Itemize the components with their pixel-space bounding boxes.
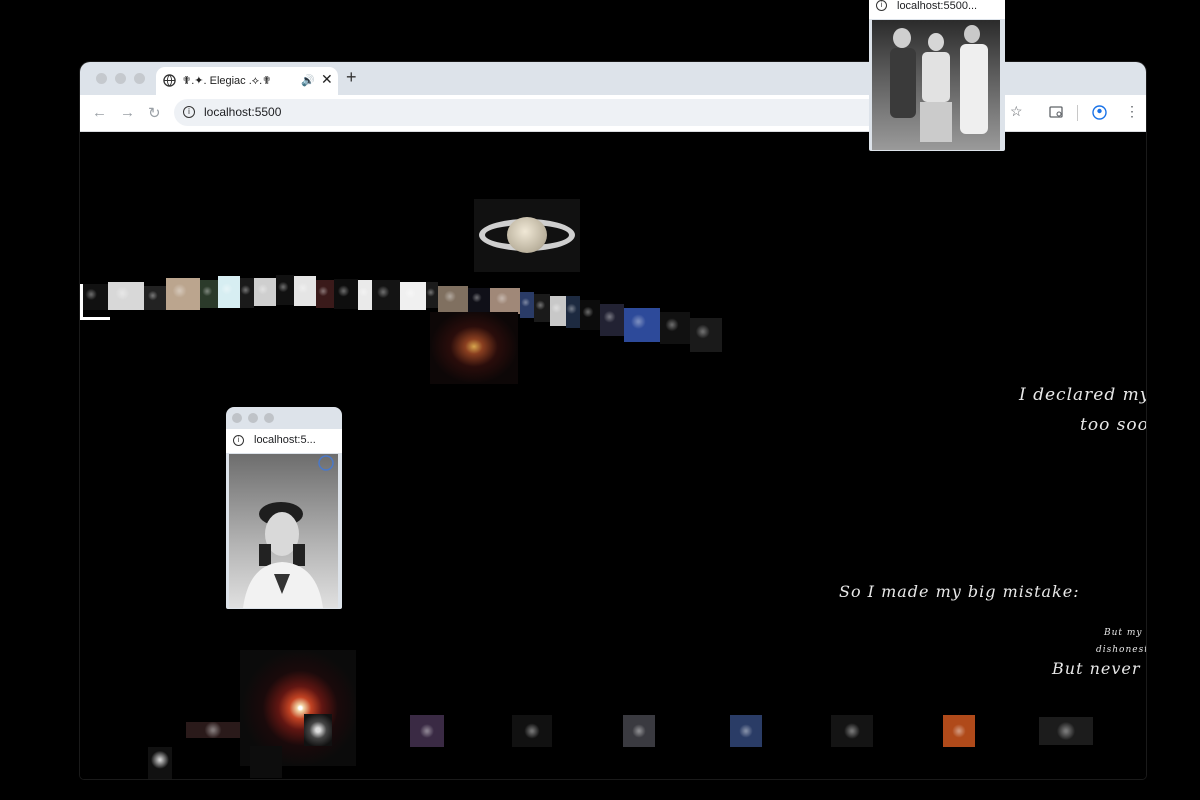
speaker-icon[interactable]: 🔊 <box>301 74 315 87</box>
lyric-line-2: too soo <box>1080 415 1146 435</box>
tab-search-icon[interactable] <box>1049 106 1064 119</box>
popup-url[interactable]: localhost:5... <box>254 434 316 446</box>
filmstrip-image[interactable] <box>218 276 240 308</box>
tab-elegiac[interactable]: ✟.✦. Elegiac .⟡.✟ 🔊 ✕ <box>156 67 338 95</box>
filmstrip-image[interactable] <box>372 280 400 310</box>
filmstrip-image[interactable] <box>334 279 358 309</box>
family-portrait-photo <box>872 20 1000 150</box>
lyric-line-1: I declared my <box>1019 385 1146 405</box>
minimize-window-button[interactable] <box>115 73 126 84</box>
close-tab-button[interactable]: ✕ <box>321 71 333 88</box>
filmstrip-image[interactable] <box>294 276 316 306</box>
popup-address-bar[interactable]: i localhost:5... <box>226 429 342 453</box>
filmstrip-image[interactable] <box>200 280 218 308</box>
filmstrip-image[interactable] <box>240 278 254 308</box>
globe-icon <box>163 74 176 87</box>
bottom-thumbnail-image[interactable] <box>512 715 552 747</box>
filmstrip-image[interactable] <box>254 278 276 306</box>
filmstrip-image[interactable] <box>358 280 372 310</box>
filmstrip-image[interactable] <box>534 294 550 322</box>
window-controls[interactable] <box>96 73 145 84</box>
popup-address-bar[interactable]: i localhost:5500... <box>869 0 1005 19</box>
info-icon[interactable]: i <box>183 106 195 118</box>
popup-window-controls[interactable] <box>232 413 274 423</box>
filmstrip-image[interactable] <box>520 292 534 318</box>
filmstrip-image[interactable] <box>166 278 200 310</box>
filmstrip-image[interactable] <box>426 282 438 308</box>
new-tab-button[interactable]: + <box>346 67 357 88</box>
close-window-button[interactable] <box>96 73 107 84</box>
url-text[interactable]: localhost:5500 <box>204 105 281 119</box>
family-figures <box>890 25 988 142</box>
popup-window-family-photo[interactable]: i localhost:5500... <box>869 0 1005 151</box>
popup-titlebar <box>226 407 342 429</box>
lyric-line-6: But never <box>1052 659 1141 678</box>
bookmark-star-icon[interactable]: ☆ <box>1010 103 1023 120</box>
filmstrip-image[interactable] <box>490 288 520 314</box>
galaxy-image[interactable] <box>430 312 518 384</box>
back-button[interactable]: ← <box>92 104 107 121</box>
menu-icon[interactable]: ⋮ <box>1125 103 1139 120</box>
filmstrip-image[interactable] <box>600 304 624 336</box>
small-starfield-image[interactable] <box>148 747 172 779</box>
filmstrip-image[interactable] <box>108 282 144 310</box>
filmstrip-image[interactable] <box>438 286 468 312</box>
saturn-image[interactable] <box>474 199 580 272</box>
nebula-inset-image[interactable] <box>304 714 332 746</box>
popup-maximize-button[interactable] <box>264 413 274 423</box>
filmstrip-image[interactable] <box>550 296 566 326</box>
filmstrip-image[interactable] <box>276 275 294 305</box>
info-icon[interactable]: i <box>233 435 244 446</box>
lyric-line-3: So I made my big mistake: <box>839 582 1080 601</box>
bottom-thumbnail-image[interactable] <box>730 715 762 747</box>
filmstrip-edge <box>80 284 110 320</box>
address-bar[interactable]: i localhost:5500 <box>174 99 934 126</box>
filmstrip-image[interactable] <box>400 282 426 310</box>
filmstrip-image[interactable] <box>566 296 580 328</box>
popup-minimize-button[interactable] <box>248 413 258 423</box>
maximize-window-button[interactable] <box>134 73 145 84</box>
popup-close-button[interactable] <box>232 413 242 423</box>
toolbar-divider <box>1077 105 1078 121</box>
bottom-thumbnail-image[interactable] <box>623 715 655 747</box>
filmstrip-image[interactable] <box>144 286 166 310</box>
tab-title: ✟.✦. Elegiac .⟡.✟ <box>182 75 272 87</box>
bottom-thumbnail-image[interactable] <box>1039 717 1093 745</box>
girl-portrait-photo <box>229 454 338 608</box>
profile-icon[interactable] <box>1092 105 1107 120</box>
popup-window-girl-photo[interactable]: i localhost:5... <box>226 407 342 609</box>
dark-starfield-image[interactable] <box>250 746 282 778</box>
lyric-line-5: dishonest <box>1096 645 1146 655</box>
reload-button[interactable]: ↻ <box>148 104 161 122</box>
filmstrip-image[interactable] <box>580 300 600 330</box>
filmstrip-image[interactable] <box>316 280 334 308</box>
bottom-thumbnail-image[interactable] <box>186 722 240 738</box>
bottom-thumbnail-image[interactable] <box>943 715 975 747</box>
popup-url[interactable]: localhost:5500... <box>897 0 977 12</box>
saturn-planet <box>507 217 547 253</box>
forward-button[interactable]: → <box>120 104 135 121</box>
filmstrip-image[interactable] <box>690 318 722 352</box>
info-icon[interactable]: i <box>876 0 887 11</box>
girl-figure <box>243 455 334 608</box>
bottom-thumbnail-image[interactable] <box>831 715 873 747</box>
bottom-thumbnail-image[interactable] <box>410 715 444 747</box>
filmstrip-image[interactable] <box>660 312 690 344</box>
lyric-line-4: But my <box>1104 628 1143 638</box>
filmstrip-image[interactable] <box>468 288 490 312</box>
filmstrip-image[interactable] <box>624 308 660 342</box>
